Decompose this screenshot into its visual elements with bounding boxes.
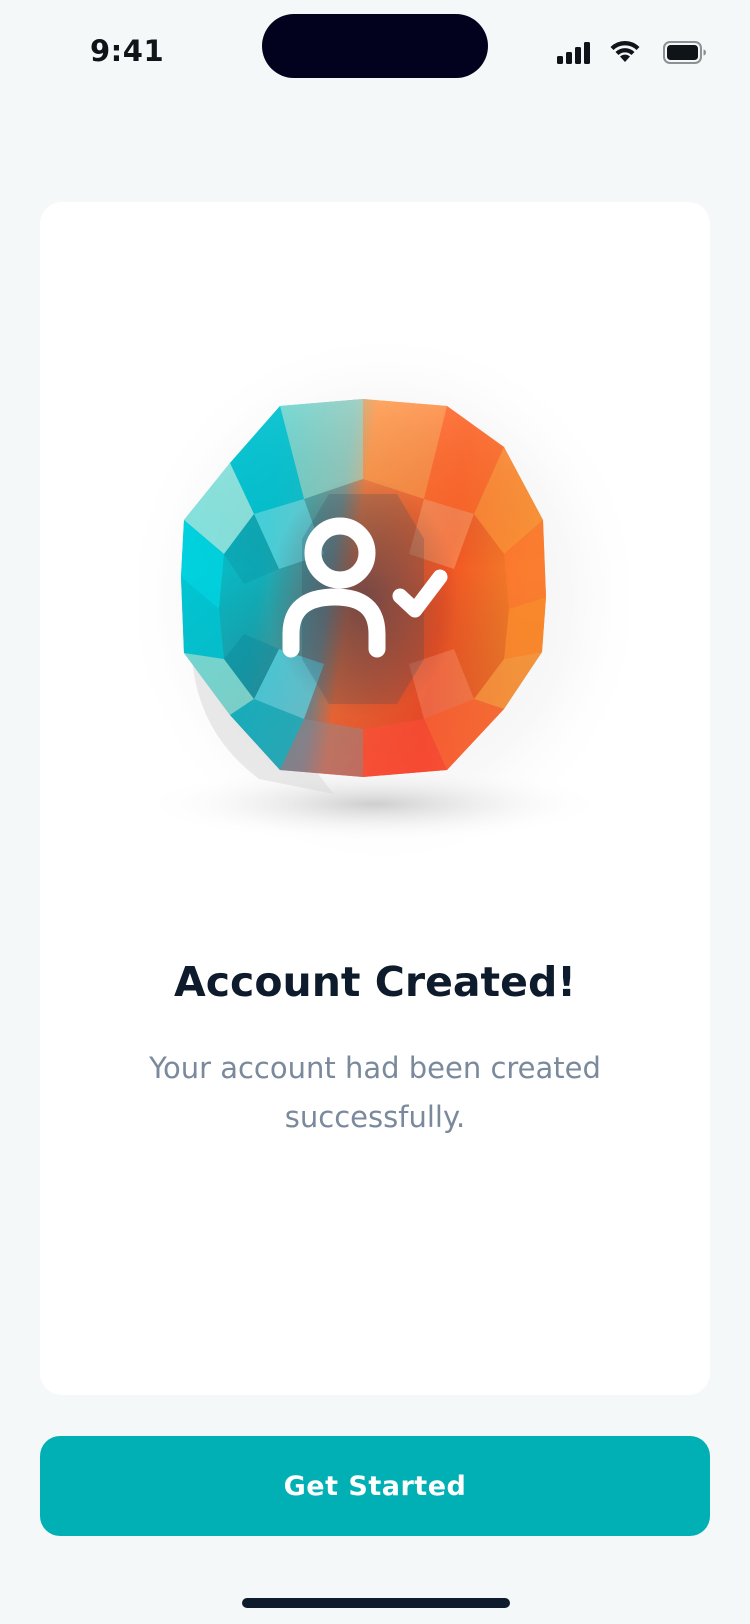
get-started-button[interactable]: Get Started (40, 1436, 710, 1536)
status-time: 9:41 (90, 34, 165, 68)
success-title: Account Created! (174, 958, 576, 1006)
status-icons (557, 40, 707, 72)
home-indicator[interactable] (242, 1598, 510, 1608)
battery-icon (663, 41, 706, 64)
cellular-signal-icon (557, 42, 590, 64)
success-message: Your account had been created successful… (149, 1051, 601, 1134)
dynamic-island (262, 14, 488, 78)
wifi-icon (610, 40, 640, 62)
success-card: Account Created! Your account had been c… (40, 202, 710, 1395)
status-bar: 9:41 (0, 0, 750, 110)
account-created-illustration (129, 344, 639, 874)
